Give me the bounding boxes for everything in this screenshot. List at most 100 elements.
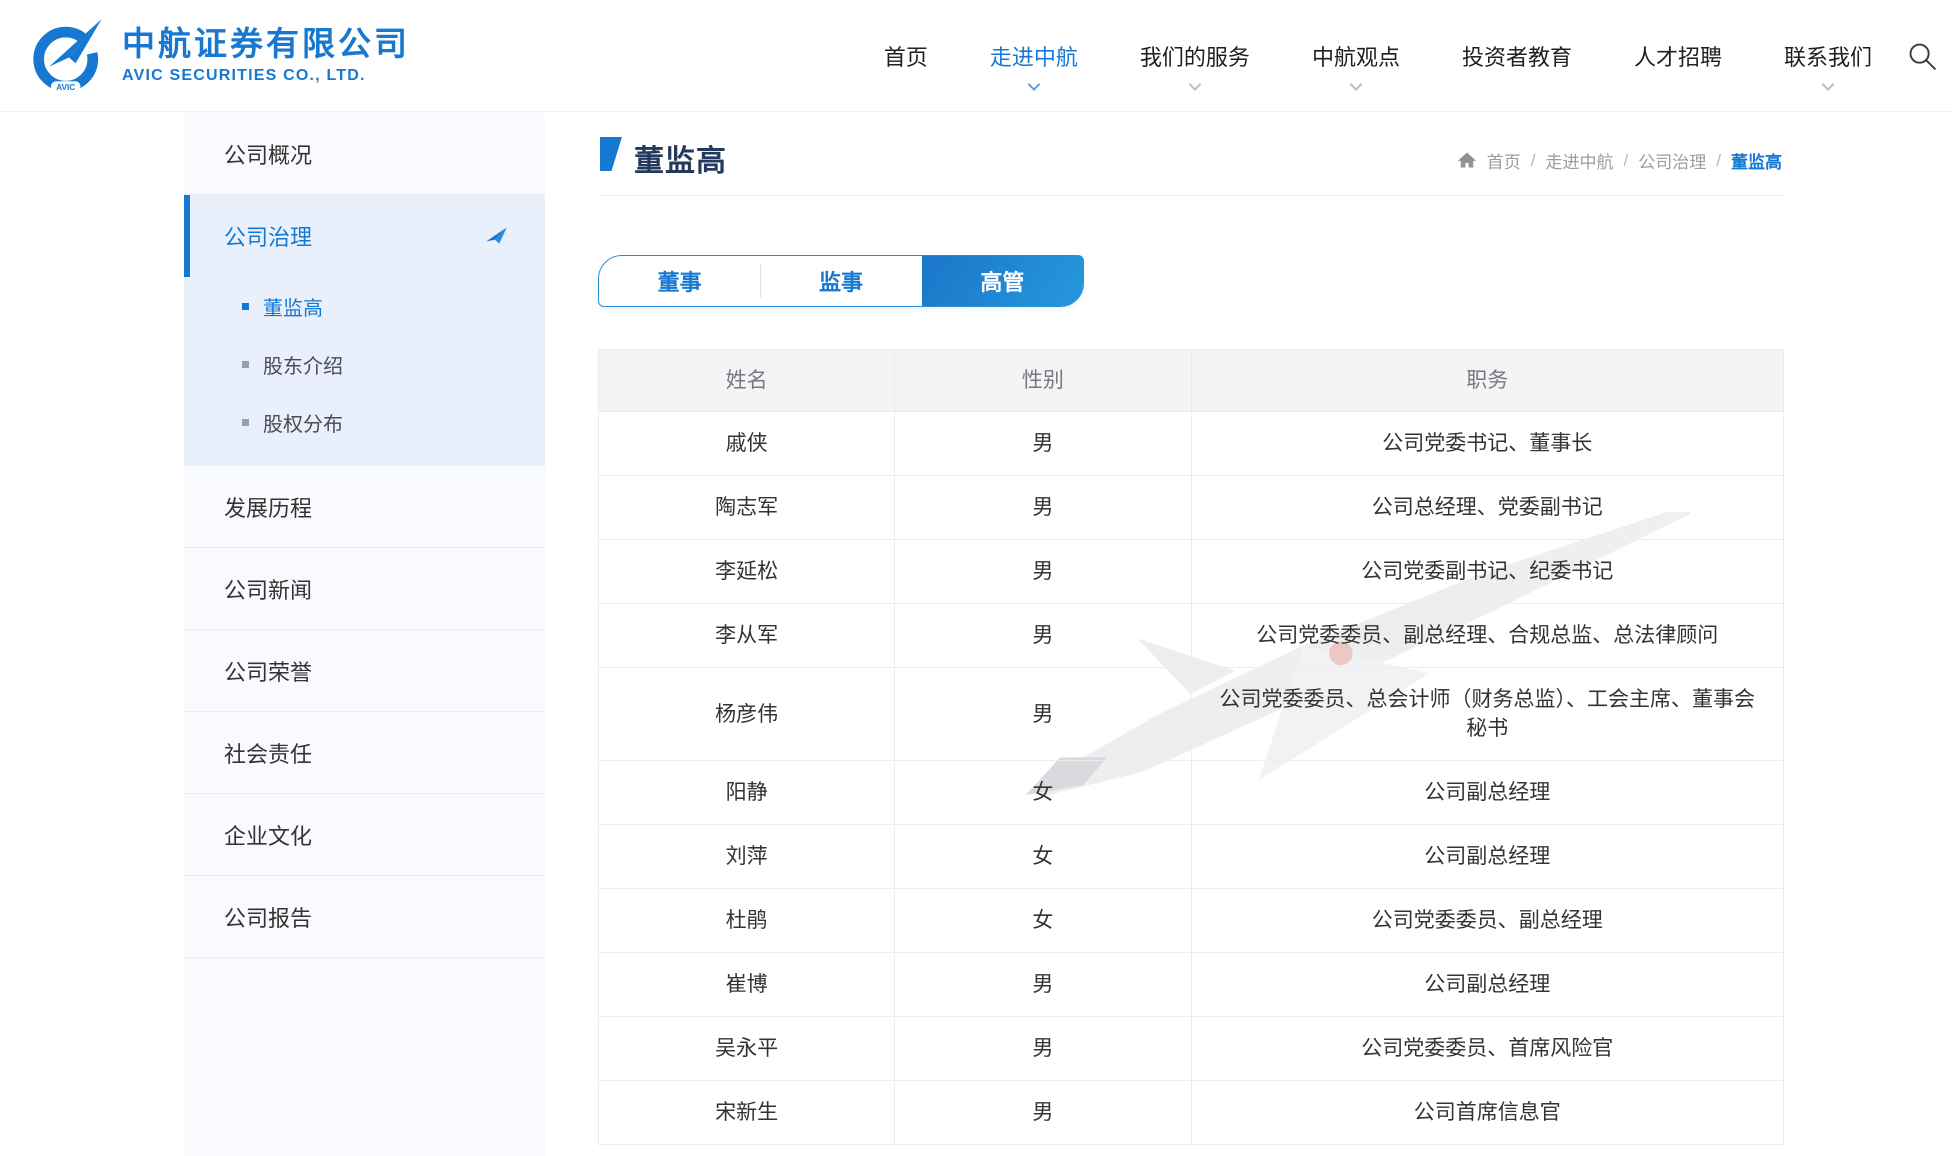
cell-gender: 女 <box>895 889 1191 953</box>
nav-item-about[interactable]: 走进中航 <box>990 40 1078 72</box>
home-icon[interactable] <box>1457 150 1477 170</box>
cell-position: 公司党委书记、董事长 <box>1191 412 1784 476</box>
cell-gender: 男 <box>895 953 1191 1017</box>
table-row: 刘萍 女 公司副总经理 <box>599 825 1784 889</box>
cell-position: 公司党委副书记、纪委书记 <box>1191 540 1784 604</box>
nav-item-label: 走进中航 <box>990 45 1078 70</box>
cell-name: 李从军 <box>599 604 895 668</box>
executives-table: 姓名 性别 职务 戚侠 男 公司党委书记、董事长 陶志军 男 公司总经理、党委副… <box>598 349 1784 1145</box>
breadcrumb-separator: / <box>1531 151 1536 171</box>
title-marker <box>600 137 622 171</box>
table-row: 李从军 男 公司党委委员、副总经理、合规总监、总法律顾问 <box>599 604 1784 668</box>
table-header-row: 姓名 性别 职务 <box>599 350 1784 412</box>
cell-position: 公司党委委员、总会计师（财务总监）、工会主席、董事会秘书 <box>1191 668 1784 761</box>
table-row: 杜鹃 女 公司党委委员、副总经理 <box>599 889 1784 953</box>
cell-name: 陶志军 <box>599 476 895 540</box>
tab-supervisors[interactable]: 监事 <box>760 256 921 306</box>
cell-gender: 男 <box>895 668 1191 761</box>
chevron-down-icon <box>1822 78 1835 91</box>
column-header-position: 职务 <box>1191 350 1784 412</box>
breadcrumb-item[interactable]: 走进中航 <box>1546 148 1614 173</box>
sidebar-item-label: 公司报告 <box>224 901 312 933</box>
tab-label: 监事 <box>819 265 863 297</box>
cell-name: 刘萍 <box>599 825 895 889</box>
cell-gender: 女 <box>895 761 1191 825</box>
sidebar-item-corporate-governance[interactable]: 公司治理 <box>184 195 545 277</box>
avic-logo-icon: AVIC <box>28 14 110 96</box>
brand-text: 中航证券有限公司 AVIC SECURITIES CO., LTD. <box>122 25 410 85</box>
bullet-icon <box>242 303 249 310</box>
brand-logo-block[interactable]: AVIC 中航证券有限公司 AVIC SECURITIES CO., LTD. <box>28 14 410 96</box>
breadcrumb-item[interactable]: 公司治理 <box>1638 148 1706 173</box>
chevron-down-icon <box>1189 78 1202 91</box>
cell-name: 戚侠 <box>599 412 895 476</box>
cell-position: 公司副总经理 <box>1191 953 1784 1017</box>
sidebar-item-label: 企业文化 <box>224 819 312 851</box>
table-row: 李延松 男 公司党委副书记、纪委书记 <box>599 540 1784 604</box>
sidebar-item-label: 社会责任 <box>224 737 312 769</box>
cell-name: 杨彦伟 <box>599 668 895 761</box>
cell-gender: 男 <box>895 604 1191 668</box>
cell-position: 公司党委委员、副总经理、合规总监、总法律顾问 <box>1191 604 1784 668</box>
cell-position: 公司首席信息官 <box>1191 1081 1784 1145</box>
nav-item-label: 中航观点 <box>1312 45 1400 70</box>
top-header: AVIC 中航证券有限公司 AVIC SECURITIES CO., LTD. … <box>0 0 1952 112</box>
sidebar-group-governance: 公司治理 董监高 股东介绍 股权分布 <box>184 195 545 466</box>
company-name-en: AVIC SECURITIES CO., LTD. <box>122 67 410 85</box>
cell-gender: 男 <box>895 540 1191 604</box>
page-title-row: 董监高 首页 / 走进中航 / 公司治理 / 董监高 <box>598 112 1784 196</box>
breadcrumb-item[interactable]: 首页 <box>1487 148 1521 173</box>
cell-name: 吴永平 <box>599 1017 895 1081</box>
cell-gender: 男 <box>895 1017 1191 1081</box>
nav-item-label: 我们的服务 <box>1140 45 1250 70</box>
cell-gender: 男 <box>895 1081 1191 1145</box>
active-indicator <box>184 195 190 277</box>
breadcrumb-separator: / <box>1624 151 1629 171</box>
sidebar-subitem-shareholders[interactable]: 股东介绍 <box>184 335 545 393</box>
logo-text: AVIC <box>56 83 75 92</box>
tab-directors[interactable]: 董事 <box>599 256 760 306</box>
sidebar-item-news[interactable]: 公司新闻 <box>184 548 545 630</box>
tab-label: 董事 <box>658 265 702 297</box>
nav-item-home[interactable]: 首页 <box>884 40 928 72</box>
nav-item-services[interactable]: 我们的服务 <box>1140 40 1250 72</box>
nav-item-label: 联系我们 <box>1784 45 1872 70</box>
sidebar-item-reports[interactable]: 公司报告 <box>184 876 545 958</box>
company-name-cn: 中航证券有限公司 <box>122 25 410 63</box>
table-row: 宋新生 男 公司首席信息官 <box>599 1081 1784 1145</box>
sidebar-subitem-executives[interactable]: 董监高 <box>184 277 545 335</box>
nav-item-contact[interactable]: 联系我们 <box>1784 40 1872 72</box>
nav-item-label: 人才招聘 <box>1634 45 1722 70</box>
search-button[interactable] <box>1906 40 1952 76</box>
sidebar-item-culture[interactable]: 企业文化 <box>184 794 545 876</box>
breadcrumb-item-current: 董监高 <box>1731 148 1782 173</box>
cell-position: 公司党委委员、副总经理 <box>1191 889 1784 953</box>
nav-item-investor-education[interactable]: 投资者教育 <box>1462 40 1572 72</box>
page-title: 董监高 <box>634 136 727 180</box>
cell-gender: 男 <box>895 476 1191 540</box>
nav-item-viewpoints[interactable]: 中航观点 <box>1312 40 1400 72</box>
table-row: 吴永平 男 公司党委委员、首席风险官 <box>599 1017 1784 1081</box>
breadcrumb: 首页 / 走进中航 / 公司治理 / 董监高 <box>1457 148 1782 173</box>
tab-executives[interactable]: 高管 <box>922 256 1083 306</box>
sidebar-item-social-responsibility[interactable]: 社会责任 <box>184 712 545 794</box>
table-row: 阳静 女 公司副总经理 <box>599 761 1784 825</box>
table-row: 陶志军 男 公司总经理、党委副书记 <box>599 476 1784 540</box>
sidebar-item-label: 公司治理 <box>224 220 312 252</box>
sidebar-item-honors[interactable]: 公司荣誉 <box>184 630 545 712</box>
table-row: 戚侠 男 公司党委书记、董事长 <box>599 412 1784 476</box>
cell-position: 公司党委委员、首席风险官 <box>1191 1017 1784 1081</box>
sidebar-item-label: 发展历程 <box>224 491 312 523</box>
nav-item-recruitment[interactable]: 人才招聘 <box>1634 40 1722 72</box>
breadcrumb-separator: / <box>1716 151 1721 171</box>
cell-position: 公司副总经理 <box>1191 761 1784 825</box>
column-header-name: 姓名 <box>599 350 895 412</box>
cell-name: 宋新生 <box>599 1081 895 1145</box>
sidebar-item-company-overview[interactable]: 公司概况 <box>184 113 545 195</box>
sidebar-item-history[interactable]: 发展历程 <box>184 466 545 548</box>
sidebar-subitem-equity-distribution[interactable]: 股权分布 <box>184 393 545 451</box>
nav-item-label: 首页 <box>884 45 928 70</box>
cell-name: 杜鹃 <box>599 889 895 953</box>
main-nav: 首页 走进中航 我们的服务 中航观点 投资者教育 人才招聘 联系我们 <box>884 0 1872 112</box>
chevron-down-icon <box>1028 78 1041 91</box>
